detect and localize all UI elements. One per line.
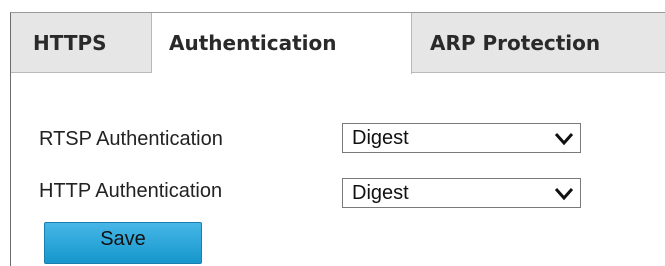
chevron-down-icon [554, 133, 574, 146]
rtsp-authentication-value: Digest [352, 127, 409, 149]
rtsp-authentication-label: RTSP Authentication [39, 128, 223, 150]
settings-panel: HTTPS Authentication ARP Protection RTSP… [10, 12, 665, 266]
rtsp-authentication-select[interactable]: Digest [342, 123, 581, 153]
http-authentication-label: HTTP Authentication [39, 180, 223, 202]
tab-https[interactable]: HTTPS [11, 13, 152, 73]
tab-bar: HTTPS Authentication ARP Protection [11, 13, 665, 74]
tab-authentication[interactable]: Authentication [152, 13, 412, 74]
tab-arp-protection[interactable]: ARP Protection [412, 13, 665, 73]
chevron-down-icon [554, 188, 574, 201]
http-authentication-select[interactable]: Digest [342, 178, 581, 208]
http-authentication-value: Digest [352, 182, 409, 204]
save-button[interactable]: Save [44, 222, 202, 264]
